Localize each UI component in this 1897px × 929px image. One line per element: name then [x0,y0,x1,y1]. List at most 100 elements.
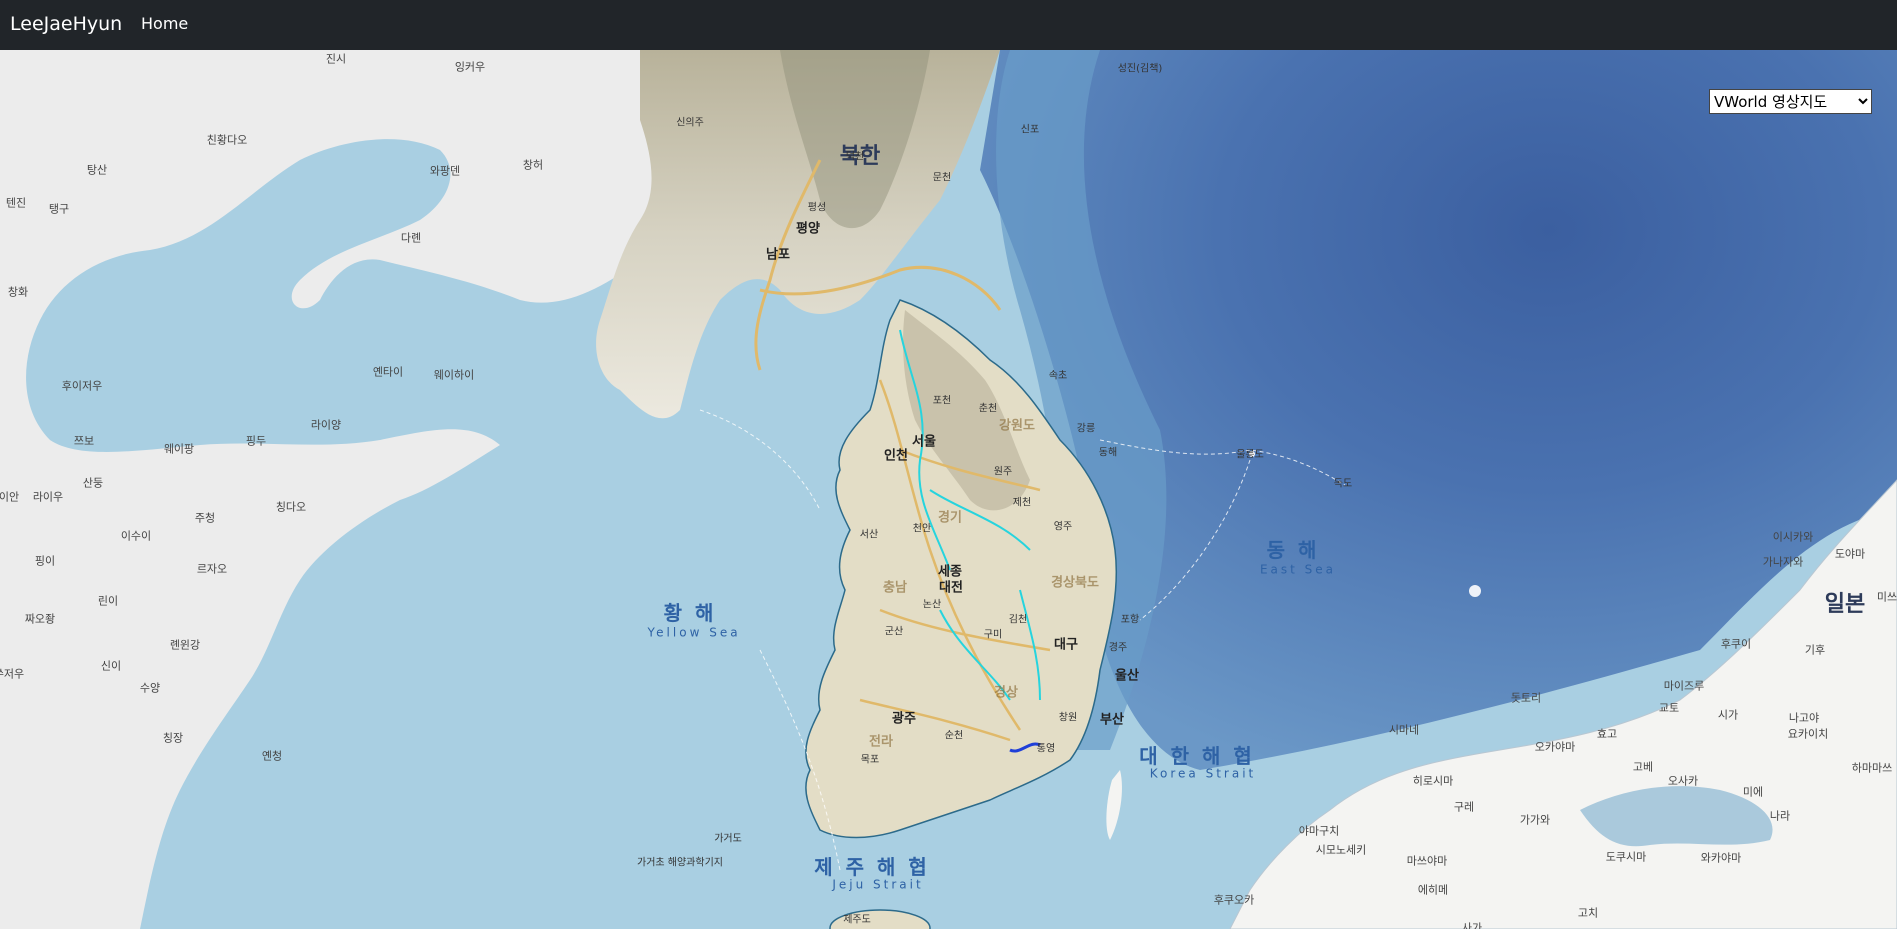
province-label: 경상북도 [1051,575,1099,591]
place-label: 창화 [7,285,29,299]
place-label: 시가 [1717,708,1739,722]
place-label: 후이저우 [61,379,103,393]
place-label: 광주 [892,711,916,727]
place-label: 라이우 [32,490,64,504]
place-label: 미쓰 [1876,590,1897,604]
sea-label-jeju-strait-ko: 제 주 해 협 [814,855,930,879]
place-label: 제주도 [843,914,871,926]
place-label: 르자오 [196,562,228,576]
place-label: 세종 [938,564,962,580]
place-label: 나라 [1769,809,1791,823]
place-label: 후쿠이 [1720,637,1752,651]
sea-label-east-en: East Sea [1259,562,1337,577]
place-label: 야마구치 [1298,824,1340,838]
province-label: 경기 [938,510,962,526]
place-label: 수양 [139,681,161,695]
place-label: 린이 [97,594,119,608]
place-label: 서울 [912,434,936,450]
place-label: 교토 [1658,701,1680,715]
country-label-japan: 일본 [1824,592,1866,617]
sea-label-yellow-ko: 황 해 [663,601,717,625]
place-label: 오카야마 [1534,740,1576,754]
place-label: 고베 [1632,760,1654,774]
place-label: 짜오좡 [24,612,56,626]
place-label: 와카야마 [1700,851,1742,865]
place-label: 창허 [522,158,544,172]
place-label: 남포 [766,247,790,263]
place-label: 경주 [1108,642,1128,654]
place-label: 신포 [1020,124,1040,136]
place-label: 성진(김책) [1117,63,1163,75]
place-label: 가거도 [714,833,742,845]
place-label: 독도 [1333,478,1353,490]
place-label: 포항 [1120,614,1140,626]
place-label: 가가와 [1519,813,1551,827]
place-label: 히로시마 [1412,774,1454,788]
place-label: 돗토리 [1510,691,1542,705]
place-label: 이수이 [120,529,152,543]
place-label: 라이양 [310,418,342,432]
place-label: 구레 [1453,800,1475,814]
place-label: 평성 [807,202,827,214]
place-label: 덕천 [845,151,865,163]
place-label: 고치 [1577,906,1599,920]
top-navbar: LeeJaeHyun Home [0,0,1897,50]
place-label: 효고 [1596,727,1618,741]
place-label: 제천 [1012,497,1032,509]
place-label: 주청 [194,511,216,525]
place-label: 이시카와 [1772,530,1814,544]
place-label: 요카이치 [1787,727,1829,741]
place-label: 사가 [1461,921,1483,929]
brand-link[interactable]: LeeJaeHyun [10,11,122,37]
place-label: 시모노세키 [1315,843,1367,857]
place-label: 옌청 [261,749,283,763]
place-label: 동해 [1098,447,1118,459]
place-label: 마쓰야마 [1406,854,1448,868]
map-type-select[interactable]: VWorld 영상지도 [1709,89,1872,114]
place-label: 와팡덴 [429,164,461,178]
province-label: 전라 [869,734,893,750]
place-label: 신의주 [676,117,704,129]
sea-label-korea-strait-en: Korea Strait [1149,766,1257,781]
place-label: 문천 [932,172,952,184]
home-link[interactable]: Home [141,13,188,35]
place-label: 쯔보 [73,434,95,448]
place-label: 웨이팡 [163,442,195,456]
place-label: 통영 [1036,743,1056,755]
place-label: 도쿠시마 [1605,850,1647,864]
place-label: 나고야 [1788,711,1820,725]
place-label: 서산 [859,529,879,541]
place-label: 미에 [1742,785,1764,799]
place-label: 친황다오 [206,133,248,147]
place-label: 칭다오 [275,500,307,514]
place-label: 울산 [1115,668,1139,684]
place-label: 목포 [860,754,880,766]
place-label: 인천 [884,448,908,464]
place-label: 대전 [939,580,963,596]
place-label: 시마네 [1388,723,1420,737]
place-label: 웨이하이 [433,368,475,382]
place-label: 김천 [1008,614,1028,626]
place-label: 잉커우 [454,60,486,74]
place-label: 영주 [1053,521,1073,533]
place-label: 구미 [983,629,1003,641]
place-label: 쑤저우 [0,667,25,681]
map-view[interactable]: VWorld 영상지도 북한 일본 황 해 Yellow Sea 동 해 Eas… [0,50,1897,929]
sea-label-yellow-en: Yellow Sea [647,625,741,640]
place-label: 오사카 [1667,774,1699,788]
place-label: 순천 [944,730,964,742]
place-label: 도야마 [1834,547,1866,561]
sea-label-jeju-strait-en: Jeju Strait [832,877,924,892]
place-label: 기후 [1804,643,1826,657]
province-label: 충남 [883,580,907,596]
place-label: 에히메 [1417,883,1449,897]
place-label: 탕산 [86,163,108,177]
place-label: 신이 [100,659,122,673]
place-label: 가거초 해양과학기지 [637,857,723,869]
place-label: 대구 [1054,637,1078,653]
place-label: 칭장 [162,731,184,745]
place-label: 천안 [912,523,932,535]
place-label: 평양 [796,221,820,237]
place-label: 롄윈강 [169,638,201,652]
place-label: 강릉 [1076,423,1096,435]
